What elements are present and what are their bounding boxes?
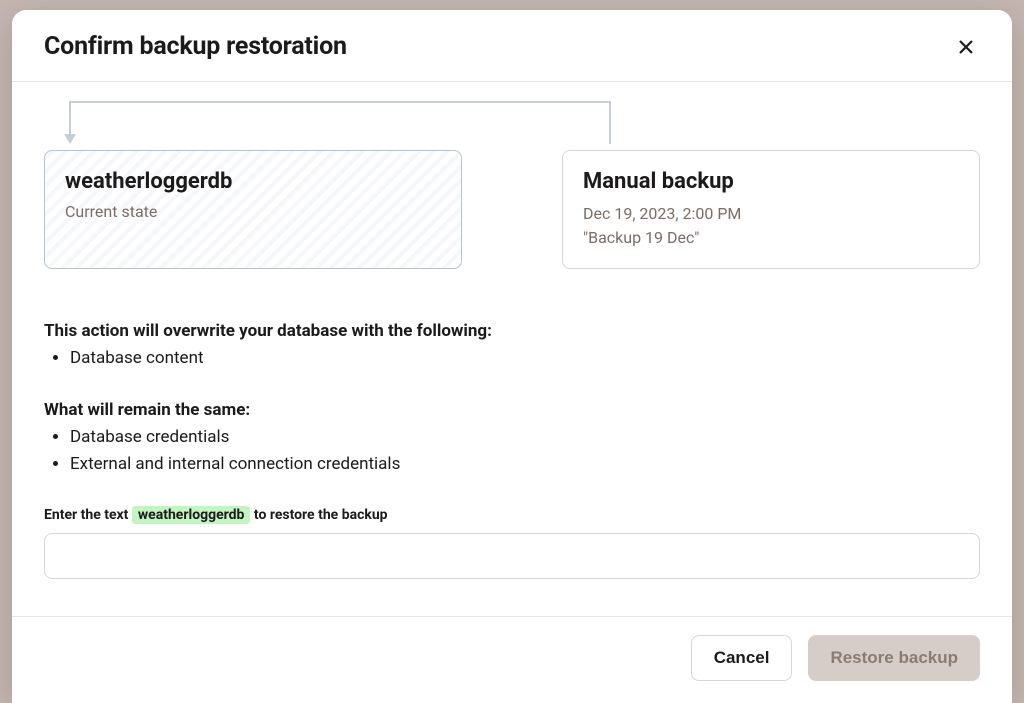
- confirm-highlight: weatherloggerdb: [132, 506, 251, 524]
- close-icon: [958, 39, 974, 55]
- backup-label: "Backup 19 Dec": [583, 226, 959, 250]
- list-item: External and internal connection credent…: [70, 451, 980, 478]
- list-item: Database credentials: [70, 424, 980, 451]
- current-state-card: weatherloggerdb Current state: [44, 150, 462, 269]
- current-state-label: Current state: [65, 202, 441, 221]
- confirm-prefix: Enter the text: [44, 507, 132, 523]
- confirm-suffix: to restore the backup: [250, 507, 387, 523]
- modal-body: weatherloggerdb Current state Manual bac…: [12, 82, 1012, 616]
- backup-details: Dec 19, 2023, 2:00 PM "Backup 19 Dec": [583, 202, 959, 250]
- modal-title: Confirm backup restoration: [44, 32, 347, 61]
- confirm-input[interactable]: [44, 533, 980, 579]
- close-button[interactable]: [952, 33, 980, 61]
- modal-header: Confirm backup restoration: [12, 10, 1012, 82]
- arrow-icon: [58, 94, 614, 148]
- restore-diagram: weatherloggerdb Current state Manual bac…: [44, 110, 980, 269]
- confirm-instruction: Enter the text weatherloggerdb to restor…: [44, 507, 980, 523]
- cancel-button[interactable]: Cancel: [691, 635, 793, 681]
- backup-timestamp: Dec 19, 2023, 2:00 PM: [583, 202, 959, 226]
- confirm-restore-modal: Confirm backup restoration weatherlogger…: [12, 10, 1012, 703]
- remain-heading: What will remain the same:: [44, 400, 980, 420]
- backup-card: Manual backup Dec 19, 2023, 2:00 PM "Bac…: [562, 150, 980, 269]
- list-item: Database content: [70, 345, 980, 372]
- backup-title: Manual backup: [583, 169, 959, 194]
- database-name: weatherloggerdb: [65, 169, 441, 194]
- overwrite-heading: This action will overwrite your database…: [44, 321, 980, 341]
- overwrite-list: Database content: [44, 345, 980, 372]
- restore-button[interactable]: Restore backup: [808, 635, 980, 681]
- modal-footer: Cancel Restore backup: [12, 616, 1012, 703]
- remain-list: Database credentials External and intern…: [44, 424, 980, 478]
